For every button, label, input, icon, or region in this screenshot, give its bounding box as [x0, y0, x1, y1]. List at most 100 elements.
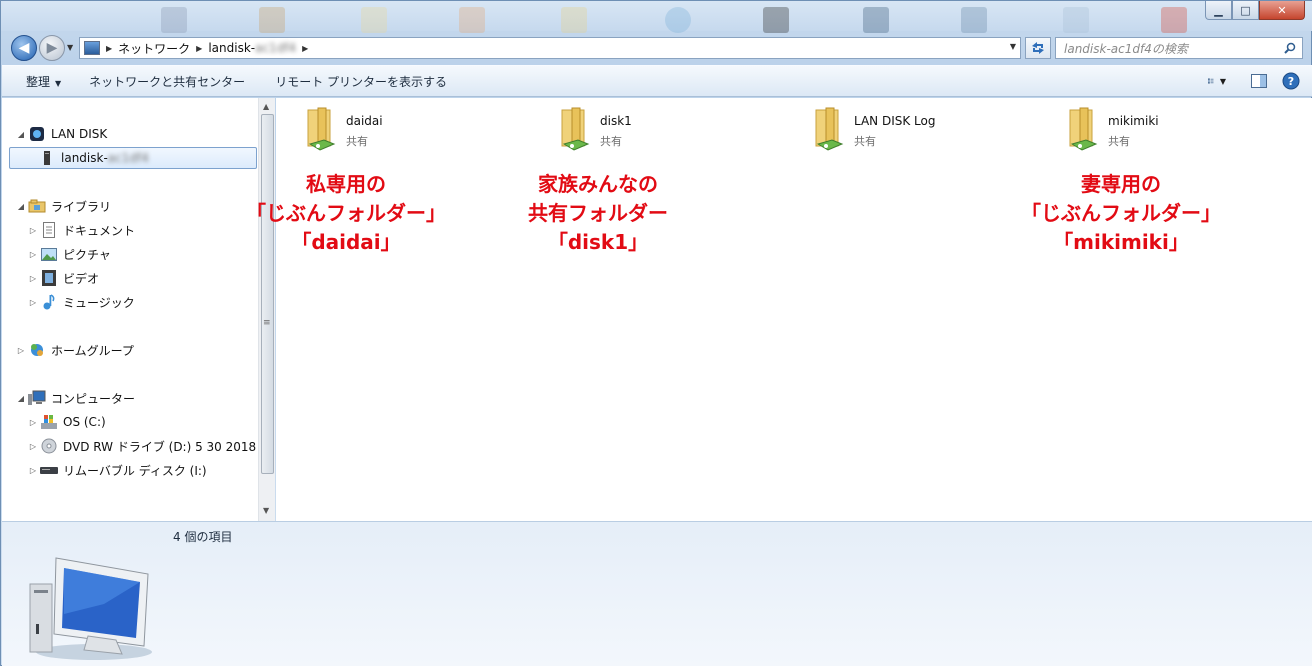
file-name: daidai [346, 114, 383, 128]
nav-label: ライブラリ [51, 199, 112, 214]
address-bar[interactable]: ▶ ネットワーク ▶ landisk-ac1df4 ▶ ▼ [79, 37, 1021, 59]
file-name: disk1 [600, 114, 632, 128]
network-icon [84, 41, 100, 55]
nav-item-landisk[interactable]: landisk-ac1df4 [9, 147, 257, 169]
address-dropdown[interactable]: ▼ [1010, 42, 1016, 51]
window-controls: ▁ □ ✕ [1205, 1, 1305, 20]
navigation-scrollbar[interactable]: ▲ ≡ ▼ [258, 98, 275, 521]
collapsed-icon[interactable]: ▷ [28, 466, 38, 475]
maximize-button[interactable]: □ [1232, 1, 1259, 20]
view-list-icon [1208, 78, 1214, 84]
background-icon [259, 7, 285, 33]
computer-icon [29, 557, 152, 660]
expanded-icon[interactable]: ◢ [16, 130, 26, 139]
collapsed-icon[interactable]: ▷ [28, 442, 38, 451]
refresh-icon [1032, 42, 1044, 54]
file-name: mikimiki [1108, 114, 1159, 128]
organize-label: 整理 [26, 74, 51, 89]
network-center-button[interactable]: ネットワークと共有センター [73, 73, 257, 90]
shared-folder-item[interactable]: LAN DISK Log 共有 [802, 106, 1052, 152]
windows-drive-icon [40, 414, 58, 430]
nav-item-videos[interactable]: ▷ ビデオ [28, 267, 284, 289]
recent-pages-dropdown[interactable]: ▼ [67, 43, 73, 52]
nav-item-drive-d[interactable]: ▷ DVD RW ドライブ (D:) 5 30 2018 [28, 435, 284, 457]
annotation-line: 「じぶんフォルダー」 [1021, 201, 1221, 225]
nav-item-computer[interactable]: ◢ コンピューター [16, 387, 272, 409]
annotation-line: 「daidai」 [291, 230, 401, 254]
scroll-grip-icon: ≡ [263, 318, 271, 328]
nas-device-icon [38, 150, 56, 166]
nav-item-lan-disk[interactable]: ◢ LAN DISK [16, 123, 272, 145]
collapsed-icon[interactable]: ▷ [16, 346, 26, 355]
minimize-button[interactable]: ▁ [1205, 1, 1232, 20]
background-icon [665, 7, 691, 33]
nav-label: landisk-ac1df4 [61, 151, 149, 165]
collapsed-icon[interactable]: ▷ [28, 250, 38, 259]
nav-label: ホームグループ [51, 343, 134, 358]
shared-folder-item[interactable]: daidai 共有 [294, 106, 544, 152]
computer-icon [28, 390, 46, 406]
nav-label: ビデオ [63, 271, 100, 286]
nav-item-homegroup[interactable]: ▷ ホームグループ [16, 339, 272, 361]
item-count: 4 個の項目 [173, 530, 233, 544]
close-button[interactable]: ✕ [1259, 1, 1305, 20]
nav-label: ピクチャ [63, 247, 111, 262]
nav-item-music[interactable]: ▷ ミュージック [28, 291, 284, 313]
view-options-button[interactable]: ▼ [1208, 72, 1226, 90]
command-bar: 整理 ▼ ネットワークと共有センター リモート プリンターを表示する ▼ ? [2, 65, 1312, 97]
picture-icon [40, 246, 58, 262]
organize-menu[interactable]: 整理 ▼ [2, 73, 73, 90]
refresh-button[interactable] [1025, 37, 1051, 59]
nav-item-drive-c[interactable]: ▷ OS (C:) [28, 411, 284, 433]
annotation-line: 「mikimiki」 [1053, 230, 1189, 254]
nav-label: OS (C:) [63, 415, 106, 429]
shared-folder-icon [294, 106, 340, 152]
collapsed-icon[interactable]: ▷ [28, 298, 38, 307]
search-box[interactable]: landisk-ac1df4の検索 [1055, 37, 1303, 59]
background-icon [1161, 7, 1187, 33]
file-list[interactable]: daidai 共有 disk1 共有 LAN DISK Log 共有 mikim… [246, 98, 1312, 521]
nav-label-prefix: landisk- [61, 151, 108, 165]
navigation-pane: ◢ LAN DISK landisk-ac1df4 ◢ ライブラリ ▷ ドキュメ… [2, 98, 258, 521]
chevron-down-icon: ▼ [55, 78, 62, 88]
annotation-line: 家族みんなの [538, 172, 658, 196]
scroll-down-icon[interactable]: ▼ [263, 506, 269, 515]
breadcrumb-separator-icon[interactable]: ▶ [302, 44, 308, 53]
help-icon: ? [1282, 72, 1300, 90]
nav-label: LAN DISK [51, 127, 108, 141]
remote-printers-button[interactable]: リモート プリンターを表示する [257, 73, 459, 90]
blurred-text: ac1df4 [107, 151, 149, 165]
help-button[interactable]: ? [1282, 72, 1300, 90]
preview-pane-icon [1251, 74, 1267, 88]
collapsed-icon[interactable]: ▷ [28, 226, 38, 235]
expanded-icon[interactable]: ◢ [16, 394, 26, 403]
shared-folder-item[interactable]: disk1 共有 [548, 106, 798, 152]
forward-button[interactable]: ▶ [39, 35, 65, 61]
collapsed-icon[interactable]: ▷ [28, 418, 38, 427]
background-icon [763, 7, 789, 33]
nav-item-drive-i[interactable]: ▷ リムーバブル ディスク (I:) [28, 459, 284, 481]
breadcrumb-network[interactable]: ネットワーク [112, 40, 196, 57]
annotation-line: 「disk1」 [547, 230, 649, 254]
lan-disk-icon [28, 126, 46, 142]
scroll-thumb[interactable] [261, 114, 274, 474]
expanded-icon[interactable]: ◢ [16, 202, 26, 211]
search-icon[interactable] [1284, 42, 1296, 54]
collapsed-icon[interactable]: ▷ [28, 274, 38, 283]
preview-pane-button[interactable] [1250, 72, 1268, 90]
file-text: daidai 共有 [346, 106, 383, 152]
file-type: 共有 [854, 135, 876, 148]
nav-label: コンピューター [51, 391, 136, 406]
document-icon [40, 222, 58, 238]
breadcrumb-landisk[interactable]: landisk-ac1df4 [202, 41, 302, 55]
scroll-up-icon[interactable]: ▲ [263, 102, 269, 111]
file-text: mikimiki 共有 [1108, 106, 1159, 152]
nav-label: DVD RW ドライブ (D:) 5 30 2018 [63, 439, 257, 454]
back-button[interactable]: ◀ [11, 35, 37, 61]
annotation-mikimiki: 妻専用の 「じぶんフォルダー」 「mikimiki」 [1006, 170, 1236, 257]
shared-folder-item[interactable]: mikimiki 共有 [1056, 106, 1306, 152]
background-icon [863, 7, 889, 33]
annotation-line: 「じぶんフォルダー」 [246, 201, 446, 225]
nav-label: リムーバブル ディスク (I:) [63, 463, 207, 478]
title-bar[interactable] [1, 1, 1312, 31]
